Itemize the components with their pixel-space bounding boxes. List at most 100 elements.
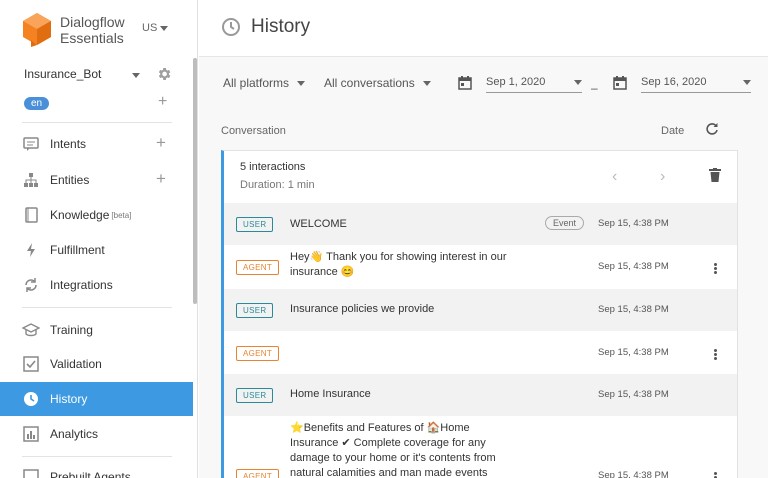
chevron-left-icon[interactable]: ‹ bbox=[612, 168, 617, 186]
sidebar-item-prebuilt-agents[interactable]: Prebuilt Agents bbox=[0, 460, 193, 478]
message-text: Hey👋 Thank you for showing interest in o… bbox=[290, 251, 507, 278]
add-language-icon[interactable]: + bbox=[158, 93, 167, 111]
message-time: Sep 15, 4:38 PM bbox=[598, 470, 669, 478]
brand-line-1: Dialogflow bbox=[60, 14, 125, 30]
sidebar-item-label: Validation bbox=[50, 357, 102, 371]
chevron-down-icon bbox=[422, 80, 431, 86]
interaction-count: 5 interactions bbox=[240, 161, 306, 173]
event-chip: Event bbox=[545, 216, 585, 230]
brand[interactable]: Dialogflow Essentials bbox=[22, 11, 125, 49]
message-time: Sep 15, 4:38 PM bbox=[598, 261, 669, 272]
chevron-down-icon bbox=[297, 80, 306, 86]
chevron-down-icon bbox=[160, 25, 169, 31]
page-title: History bbox=[251, 16, 311, 37]
conversation-filter[interactable]: All conversations bbox=[324, 76, 431, 90]
date-to-field[interactable]: Sep 16, 2020 bbox=[613, 73, 751, 93]
language-row: en + bbox=[24, 93, 174, 111]
gear-icon[interactable] bbox=[156, 66, 172, 82]
sidebar-item-label: Analytics bbox=[50, 427, 99, 441]
region-selector[interactable]: US bbox=[142, 22, 169, 34]
user-badge: USER bbox=[236, 217, 274, 232]
sidebar-item-intents[interactable]: Intents + bbox=[0, 127, 193, 161]
message-time: Sep 15, 4:38 PM bbox=[598, 347, 669, 358]
calendar-icon[interactable] bbox=[458, 76, 472, 90]
add-intent-icon[interactable]: + bbox=[156, 133, 166, 153]
user-badge: USER bbox=[236, 388, 274, 403]
more-options-icon[interactable] bbox=[712, 471, 718, 478]
sidebar-item-label: History bbox=[50, 392, 88, 406]
fulfillment-icon bbox=[22, 241, 40, 259]
table-row[interactable]: AGENT ⭐Benefits and Features of 🏠Home In… bbox=[224, 416, 737, 478]
agent-selector[interactable]: Insurance_Bot bbox=[24, 67, 174, 81]
date-from-field[interactable]: Sep 1, 2020 bbox=[458, 73, 582, 93]
page-header: History bbox=[199, 0, 768, 57]
platform-filter[interactable]: All platforms bbox=[223, 76, 306, 90]
chevron-down-icon bbox=[574, 79, 582, 85]
history-icon bbox=[22, 390, 40, 408]
delete-icon[interactable] bbox=[709, 168, 721, 182]
agent-badge: AGENT bbox=[236, 346, 280, 361]
sidebar-item-fulfillment[interactable]: Fulfillment bbox=[0, 233, 193, 267]
history-icon bbox=[222, 18, 240, 36]
table-row[interactable]: AGENT Hey👋 Thank you for showing interes… bbox=[224, 245, 737, 289]
table-row[interactable]: USER Insurance policies we provide Sep 1… bbox=[224, 289, 737, 331]
refresh-icon[interactable] bbox=[705, 122, 719, 136]
conversation-column-header: Conversation bbox=[221, 125, 286, 137]
intents-icon bbox=[22, 135, 40, 153]
more-options-icon[interactable] bbox=[712, 262, 718, 275]
message-time: Sep 15, 4:38 PM bbox=[598, 389, 669, 400]
sidebar-scrollbar[interactable] bbox=[193, 58, 197, 304]
beta-tag: [beta] bbox=[111, 210, 132, 220]
sidebar-item-label: Fulfillment bbox=[50, 243, 105, 257]
entities-icon bbox=[22, 171, 40, 189]
training-icon bbox=[22, 321, 40, 339]
language-chip[interactable]: en bbox=[24, 97, 50, 110]
divider bbox=[22, 122, 172, 123]
date-from-value: Sep 1, 2020 bbox=[486, 76, 546, 88]
conversation-duration: Duration: 1 min bbox=[240, 179, 315, 191]
date-to-value: Sep 16, 2020 bbox=[641, 76, 707, 88]
calendar-icon[interactable] bbox=[613, 76, 627, 90]
add-entity-icon[interactable]: + bbox=[156, 169, 166, 189]
sidebar-item-knowledge[interactable]: Knowledge [beta] bbox=[0, 198, 193, 232]
integrations-icon bbox=[22, 276, 40, 294]
sidebar-item-history[interactable]: History bbox=[0, 382, 193, 416]
sidebar-item-label: Knowledge bbox=[50, 208, 110, 222]
message-text: WELCOME bbox=[290, 218, 347, 230]
message-text: ⭐Benefits and Features of 🏠Home Insuranc… bbox=[290, 422, 496, 478]
chevron-down-icon bbox=[132, 73, 140, 78]
table-row[interactable]: USER WELCOME Event Sep 15, 4:38 PM bbox=[224, 203, 737, 245]
conversation-filter-label: All conversations bbox=[324, 76, 415, 90]
sidebar-item-validation[interactable]: Validation bbox=[0, 347, 193, 381]
sidebar-item-integrations[interactable]: Integrations bbox=[0, 268, 193, 302]
sidebar-item-label: Intents bbox=[50, 137, 87, 151]
region-label: US bbox=[142, 22, 158, 34]
message-time: Sep 15, 4:38 PM bbox=[598, 218, 669, 229]
date-column-header[interactable]: Date bbox=[661, 125, 684, 137]
dialogflow-logo-icon bbox=[23, 13, 51, 47]
sidebar-item-label: Prebuilt Agents bbox=[50, 470, 131, 478]
divider bbox=[22, 307, 172, 308]
platform-filter-label: All platforms bbox=[223, 76, 290, 90]
sidebar-item-label: Training bbox=[50, 323, 93, 337]
conversation-card: 5 interactions Duration: 1 min ‹ › USER … bbox=[221, 150, 738, 478]
chevron-right-icon[interactable]: › bbox=[660, 168, 665, 186]
validation-icon bbox=[22, 355, 40, 373]
sidebar-item-analytics[interactable]: Analytics bbox=[0, 417, 193, 451]
date-separator: – bbox=[591, 81, 598, 95]
agent-badge: AGENT bbox=[236, 260, 280, 275]
user-badge: USER bbox=[236, 303, 274, 318]
main-content: History All platforms All conversations … bbox=[199, 0, 768, 478]
agent-badge: AGENT bbox=[236, 469, 280, 478]
message-text: Home Insurance bbox=[290, 388, 371, 400]
table-row[interactable]: AGENT Sep 15, 4:38 PM bbox=[224, 331, 737, 374]
analytics-icon bbox=[22, 425, 40, 443]
sidebar-item-label: Integrations bbox=[50, 278, 113, 292]
brand-line-2: Essentials bbox=[60, 30, 124, 46]
divider bbox=[22, 456, 172, 457]
table-row[interactable]: USER Home Insurance Sep 15, 4:38 PM bbox=[224, 374, 737, 416]
knowledge-icon bbox=[22, 206, 40, 224]
sidebar-item-training[interactable]: Training bbox=[0, 313, 193, 347]
more-options-icon[interactable] bbox=[712, 348, 718, 361]
sidebar-item-entities[interactable]: Entities + bbox=[0, 163, 193, 197]
